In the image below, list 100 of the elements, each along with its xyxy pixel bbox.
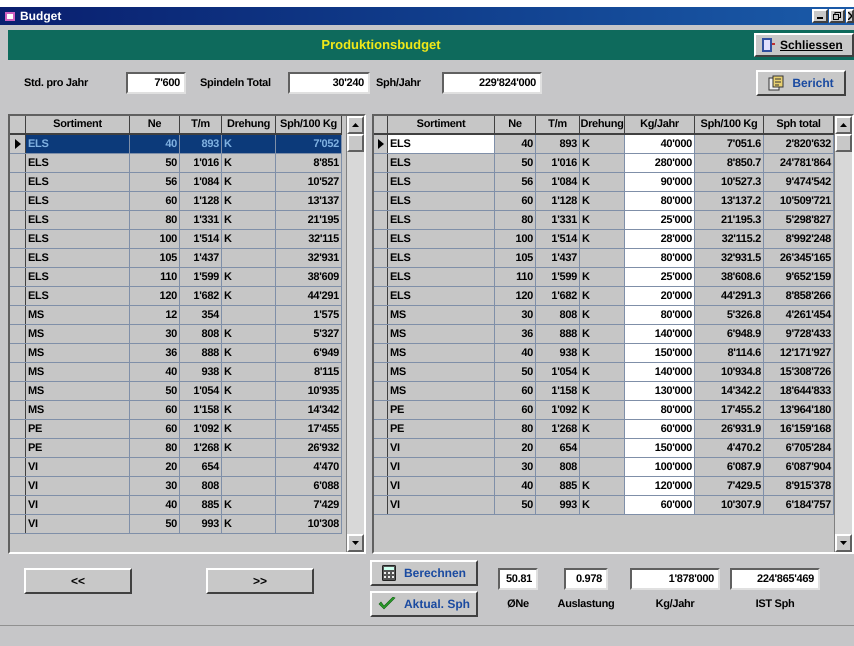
- table-cell: 1'437: [180, 249, 222, 267]
- result-field[interactable]: 50.81: [498, 568, 538, 590]
- table-row[interactable]: VI 40 885 K 7'429: [10, 496, 342, 515]
- close-button[interactable]: [846, 9, 854, 23]
- input-field[interactable]: 30'240: [288, 72, 370, 94]
- table-cell: 885: [180, 496, 222, 514]
- table-row[interactable]: ELS 120 1'682 K 44'291: [10, 287, 342, 306]
- column-header[interactable]: Ne: [130, 116, 180, 133]
- table-cell: 8'114.6: [695, 344, 764, 362]
- table-row[interactable]: VI 40 885 K 120'000 7'429.5 8'915'378: [374, 477, 834, 496]
- table-cell: 354: [180, 306, 222, 324]
- table-row[interactable]: MS 40 938 K 150'000 8'114.6 12'171'927: [374, 344, 834, 363]
- table-cell: 893: [536, 135, 580, 153]
- table-row[interactable]: PE 60 1'092 K 17'455: [10, 420, 342, 439]
- table-row[interactable]: ELS 50 1'016 K 280'000 8'850.7 24'781'864: [374, 154, 834, 173]
- scroll-thumb[interactable]: [835, 134, 852, 152]
- column-header[interactable]: Sortiment: [388, 116, 495, 133]
- table-row[interactable]: ELS 105 1'437 32'931: [10, 249, 342, 268]
- table-row[interactable]: VI 50 993 K 10'308: [10, 515, 342, 534]
- table-row[interactable]: VI 50 993 K 60'000 10'307.9 6'184'757: [374, 496, 834, 515]
- table-row[interactable]: ELS 80 1'331 K 21'195: [10, 211, 342, 230]
- table-cell: VI: [388, 496, 495, 514]
- table-cell: 50: [130, 515, 180, 533]
- table-cell: 25'000: [625, 268, 695, 286]
- minimize-button[interactable]: [812, 9, 828, 23]
- column-header[interactable]: Sortiment: [26, 116, 130, 133]
- scroll-up-button[interactable]: [835, 116, 852, 134]
- table-row[interactable]: ELS 110 1'599 K 25'000 38'608.6 9'652'159: [374, 268, 834, 287]
- table-row[interactable]: ELS 100 1'514 K 28'000 32'115.2 8'992'248: [374, 230, 834, 249]
- table-row[interactable]: MS 60 1'158 K 14'342: [10, 401, 342, 420]
- nav-button[interactable]: <<: [24, 568, 132, 594]
- action-button[interactable]: Aktual. Sph: [370, 591, 478, 617]
- table-row[interactable]: PE 80 1'268 K 60'000 26'931.9 16'159'168: [374, 420, 834, 439]
- column-header[interactable]: T/m: [536, 116, 580, 133]
- table-row[interactable]: ELS 56 1'084 K 90'000 10'527.3 9'474'542: [374, 173, 834, 192]
- scroll-up-button[interactable]: [347, 116, 364, 134]
- table-row[interactable]: VI 30 808 100'000 6'087.9 6'087'904: [374, 458, 834, 477]
- table-row[interactable]: MS 12 354 1'575: [10, 306, 342, 325]
- table-cell: K: [222, 287, 276, 305]
- table-cell: 80'000: [625, 401, 695, 419]
- result-field[interactable]: 0.978: [564, 568, 608, 590]
- table-row[interactable]: MS 30 808 K 80'000 5'326.8 4'261'454: [374, 306, 834, 325]
- table-cell: 100: [130, 230, 180, 248]
- table-cell: 80: [495, 211, 536, 229]
- table-row[interactable]: PE 80 1'268 K 26'932: [10, 439, 342, 458]
- scrollbar[interactable]: [834, 116, 852, 552]
- table-row[interactable]: MS 36 888 K 6'949: [10, 344, 342, 363]
- table-row[interactable]: MS 40 938 K 8'115: [10, 363, 342, 382]
- result-field[interactable]: 1'878'000: [630, 568, 720, 590]
- row-pointer-icon: [378, 139, 384, 149]
- table-row[interactable]: ELS 120 1'682 K 20'000 44'291.3 8'858'266: [374, 287, 834, 306]
- table-row[interactable]: MS 36 888 K 140'000 6'948.9 9'728'433: [374, 325, 834, 344]
- column-header[interactable]: Sph/100 Kg: [695, 116, 764, 133]
- table-cell: 50: [130, 154, 180, 172]
- table-cell: K: [222, 268, 276, 286]
- scroll-down-button[interactable]: [835, 534, 852, 552]
- table-row[interactable]: ELS 56 1'084 K 10'527: [10, 173, 342, 192]
- table-row[interactable]: MS 30 808 K 5'327: [10, 325, 342, 344]
- table-row[interactable]: ELS 40 893 K 40'000 7'051.6 2'820'632: [374, 135, 834, 154]
- table-row[interactable]: VI 30 808 6'088: [10, 477, 342, 496]
- table-row[interactable]: PE 60 1'092 K 80'000 17'455.2 13'964'180: [374, 401, 834, 420]
- column-header[interactable]: Drehung: [580, 116, 625, 133]
- table-row[interactable]: VI 20 654 150'000 4'470.2 6'705'284: [374, 439, 834, 458]
- column-header[interactable]: Sph/100 Kg: [276, 116, 342, 133]
- input-field[interactable]: 7'600: [126, 72, 186, 94]
- action-button[interactable]: Berechnen: [370, 560, 478, 586]
- report-button[interactable]: Bericht: [756, 70, 846, 96]
- table-row[interactable]: ELS 60 1'128 K 80'000 13'137.2 10'509'721: [374, 192, 834, 211]
- table-cell: 100: [495, 230, 536, 248]
- input-field[interactable]: 229'824'000: [442, 72, 542, 94]
- table-row[interactable]: ELS 50 1'016 K 8'851: [10, 154, 342, 173]
- scroll-down-button[interactable]: [347, 534, 364, 552]
- nav-button[interactable]: >>: [206, 568, 314, 594]
- scroll-thumb[interactable]: [347, 134, 364, 152]
- column-header[interactable]: Ne: [495, 116, 536, 133]
- column-header[interactable]: Kg/Jahr: [625, 116, 695, 133]
- table-cell: 80'000: [625, 249, 695, 267]
- table-row[interactable]: ELS 80 1'331 K 25'000 21'195.3 5'298'827: [374, 211, 834, 230]
- table-row[interactable]: VI 20 654 4'470: [10, 458, 342, 477]
- table-row[interactable]: MS 50 1'054 K 10'935: [10, 382, 342, 401]
- table-row[interactable]: ELS 110 1'599 K 38'609: [10, 268, 342, 287]
- table-row[interactable]: ELS 100 1'514 K 32'115: [10, 230, 342, 249]
- table-row[interactable]: ELS 60 1'128 K 13'137: [10, 192, 342, 211]
- table-row[interactable]: ELS 105 1'437 80'000 32'931.5 26'345'165: [374, 249, 834, 268]
- result-field[interactable]: 224'865'469: [730, 568, 820, 590]
- table-cell: 7'429.5: [695, 477, 764, 495]
- table-row[interactable]: ELS 40 893 K 7'052: [10, 135, 342, 154]
- table-row[interactable]: MS 60 1'158 K 130'000 14'342.2 18'644'833: [374, 382, 834, 401]
- close-window-button[interactable]: Schliessen: [754, 33, 854, 57]
- table-cell: 1'331: [180, 211, 222, 229]
- table-row[interactable]: MS 50 1'054 K 140'000 10'934.8 15'308'726: [374, 363, 834, 382]
- field-label: Std. pro Jahr: [24, 76, 90, 91]
- scrollbar[interactable]: [346, 116, 364, 552]
- table-cell: 80'000: [625, 306, 695, 324]
- restore-button[interactable]: [829, 9, 845, 23]
- table-cell: ELS: [388, 135, 495, 153]
- column-header[interactable]: T/m: [180, 116, 222, 133]
- table-cell: ELS: [26, 192, 130, 210]
- column-header[interactable]: Drehung: [222, 116, 276, 133]
- table-cell: 90'000: [625, 173, 695, 191]
